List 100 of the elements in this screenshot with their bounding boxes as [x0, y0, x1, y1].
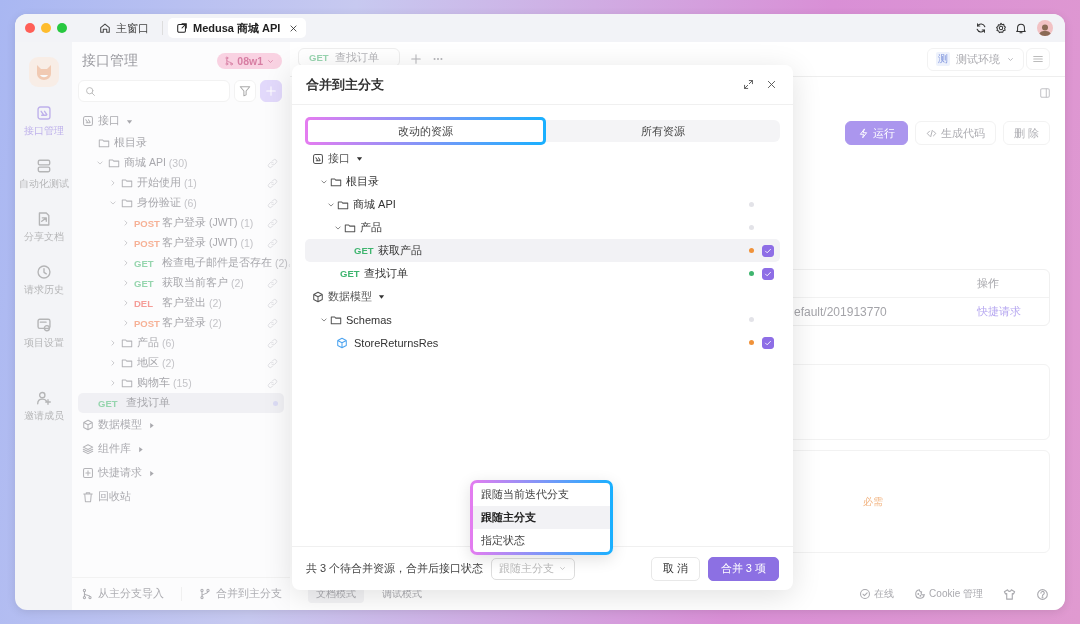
cookie-icon — [914, 588, 927, 600]
window-tab[interactable]: 主窗口 — [91, 18, 157, 38]
caret-down-icon[interactable] — [378, 293, 385, 300]
folder-icon — [121, 337, 133, 349]
tree-group[interactable]: 组件库 — [78, 437, 284, 461]
dropdown-option[interactable]: 指定状态 — [473, 529, 610, 552]
generate-code-button[interactable]: 生成代码 — [914, 121, 996, 145]
folder-icon — [330, 313, 342, 326]
panel-icon[interactable] — [1039, 87, 1051, 99]
tree-group[interactable]: 接口 — [78, 109, 284, 133]
folder-item[interactable]: 根目录 — [78, 133, 284, 153]
dropdown-option[interactable]: 跟随主分支 — [473, 506, 610, 529]
table-cell-text: efault/201913770 — [794, 304, 888, 319]
endpoint-item[interactable]: GET 获取产品 — [305, 239, 780, 262]
link-icon — [267, 277, 278, 289]
window-tab[interactable]: Medusa 商城 API — [168, 18, 307, 38]
folder-icon — [98, 137, 110, 149]
settings-icon[interactable] — [995, 22, 1007, 34]
add-user-icon — [35, 390, 52, 406]
server-icon — [35, 158, 52, 174]
folder-item[interactable]: 开始使用 (1) — [78, 173, 284, 193]
clock-icon — [35, 264, 52, 280]
help-icon[interactable] — [1036, 587, 1049, 601]
delete-button[interactable]: 删 除 — [1002, 121, 1050, 145]
add-button[interactable] — [260, 80, 282, 102]
folder-item[interactable]: 商城 API — [305, 193, 780, 216]
status-select[interactable]: 跟随主分支 — [491, 557, 576, 580]
merge-button[interactable]: 合并 3 项 — [707, 556, 779, 581]
cube-icon — [82, 419, 94, 431]
minimize-window-button[interactable] — [41, 23, 51, 33]
segment-tab[interactable]: 改动的资源 — [305, 117, 546, 145]
folder-icon — [337, 198, 349, 211]
footer-button[interactable]: 从主分支导入 — [80, 587, 164, 601]
zoom-window-button[interactable] — [57, 23, 67, 33]
folder-icon — [330, 175, 342, 188]
tree-group[interactable]: 接口 — [305, 147, 780, 170]
caret-right-icon[interactable] — [148, 469, 155, 477]
run-button[interactable]: 运行 — [844, 121, 908, 145]
footer-button[interactable]: 合并到主分支 — [198, 587, 282, 601]
folder-icon — [121, 177, 133, 189]
api-icon — [82, 115, 94, 127]
link-icon — [267, 297, 278, 309]
caret-right-icon[interactable] — [148, 421, 155, 429]
close-window-button[interactable] — [25, 23, 35, 33]
plus-square-icon — [82, 467, 94, 479]
filter-button[interactable] — [234, 80, 256, 102]
plus-icon — [265, 85, 277, 97]
nav-item[interactable]: 接口管理 — [16, 101, 71, 154]
home-icon — [99, 22, 111, 34]
bolt-icon — [857, 127, 869, 139]
endpoint-item[interactable]: GET 查找订单 — [305, 262, 780, 285]
shirt-icon[interactable] — [1003, 587, 1016, 601]
search-field[interactable] — [78, 80, 230, 102]
folder-item[interactable]: 商城 API (30) — [78, 153, 284, 173]
cancel-button[interactable]: 取 消 — [650, 556, 700, 581]
menu-button[interactable] — [1026, 48, 1050, 70]
plus-icon[interactable] — [410, 53, 422, 65]
tree-group[interactable]: 数据模型 — [305, 285, 780, 308]
checkbox[interactable] — [762, 336, 774, 349]
dropdown-option[interactable]: 跟随当前迭代分支 — [473, 483, 610, 506]
online-status[interactable]: 在线 — [859, 587, 895, 601]
folder-item[interactable]: Schemas — [305, 308, 780, 331]
folder-icon — [344, 221, 356, 234]
code-icon — [925, 127, 937, 139]
tree-group[interactable]: 快捷请求 — [78, 461, 284, 485]
merge-icon — [198, 588, 211, 600]
bell-icon[interactable] — [1015, 22, 1027, 34]
column-header: 操作 — [977, 276, 1000, 291]
folder-icon — [121, 197, 133, 209]
refresh-icon[interactable] — [975, 22, 987, 34]
caret-down-icon[interactable] — [356, 155, 363, 162]
app-logo — [28, 57, 59, 87]
checkbox[interactable] — [762, 244, 774, 257]
trash-icon — [82, 491, 94, 503]
checkbox[interactable] — [762, 267, 774, 280]
segment-tab[interactable]: 所有资源 — [545, 120, 780, 142]
cookie-manager-button[interactable]: Cookie 管理 — [914, 587, 983, 601]
api-icon — [312, 152, 324, 165]
menu-icon — [1032, 53, 1044, 65]
user-avatar[interactable] — [1037, 20, 1053, 36]
folder-item[interactable]: 根目录 — [305, 170, 780, 193]
branch-selector[interactable]: 08w1 — [217, 53, 282, 69]
folder-item[interactable]: 购物车 (15) — [78, 373, 284, 393]
close-icon[interactable] — [766, 79, 777, 90]
required-tag: 必需 — [863, 494, 883, 509]
caret-right-icon[interactable] — [137, 445, 144, 453]
link-icon — [267, 237, 278, 249]
cube-icon — [312, 290, 324, 303]
api-icon — [35, 105, 52, 121]
expand-icon[interactable] — [743, 79, 754, 90]
close-icon[interactable] — [289, 23, 299, 33]
quick-request-link[interactable]: 快捷请求 — [977, 304, 1049, 319]
endpoint-item[interactable]: GET 查找订单 — [78, 393, 284, 413]
environment-select[interactable]: 测 测试环境 — [927, 47, 1024, 71]
folder-item[interactable]: 产品 — [305, 216, 780, 239]
folder-icon — [121, 357, 133, 369]
schema-item[interactable]: StoreReturnsRes — [305, 331, 780, 354]
tree-group[interactable]: 数据模型 — [78, 413, 284, 437]
panel-title: 接口管理 — [82, 52, 139, 70]
tree-group[interactable]: 回收站 — [78, 485, 284, 509]
